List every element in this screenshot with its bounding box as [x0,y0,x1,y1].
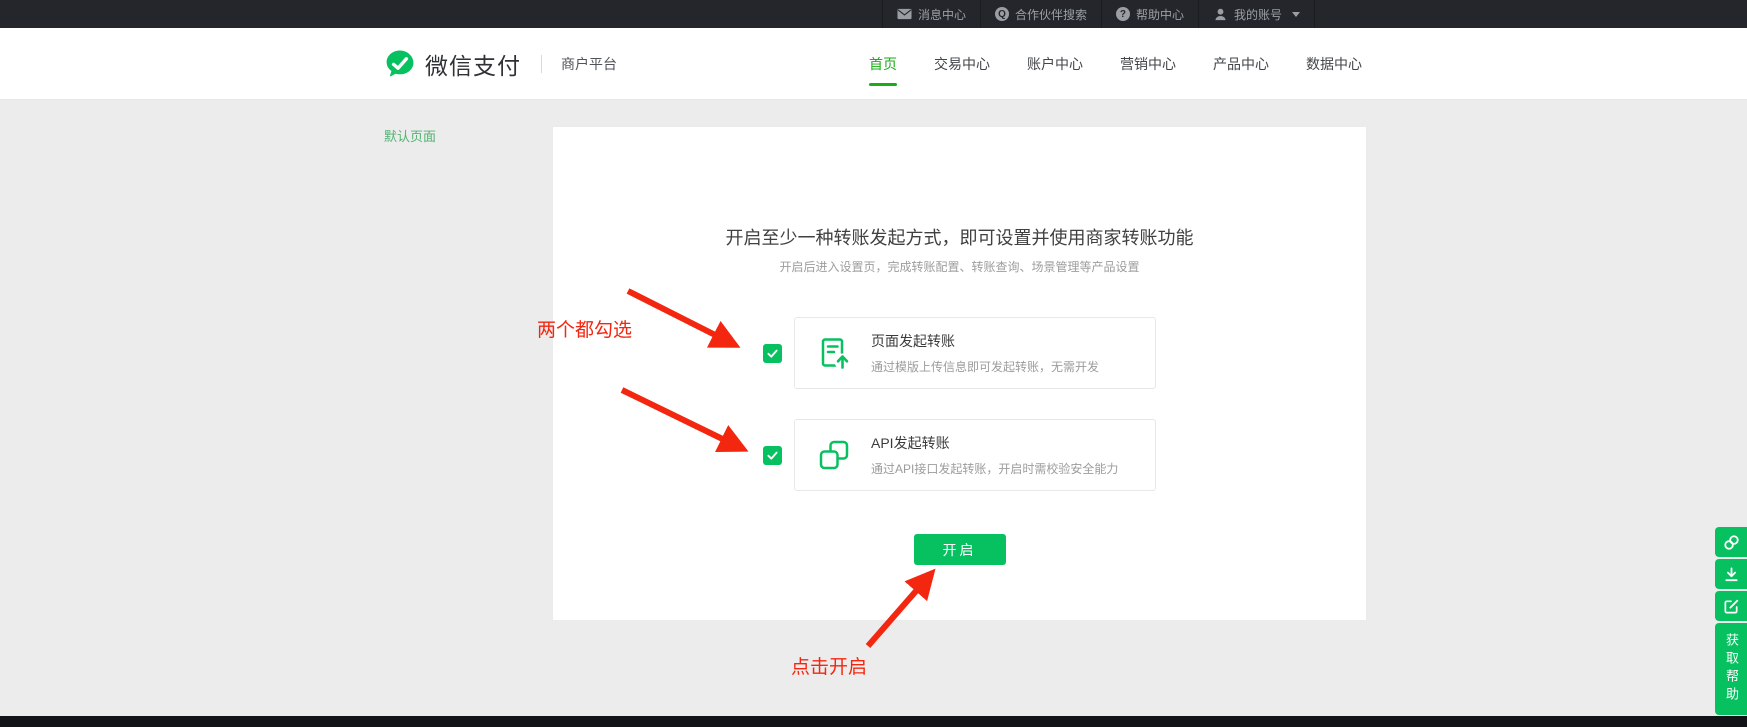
option-card-page-transfer[interactable]: 页面发起转账 通过模版上传信息即可发起转账，无需开发 [794,317,1156,389]
option-row-page-transfer: 页面发起转账 通过模版上传信息即可发起转账，无需开发 [763,317,1156,389]
tab-transaction-center[interactable]: 交易中心 [934,54,990,74]
topbar-item-label: 我的账号 [1234,6,1282,23]
header: 微信支付 商户平台 首页 交易中心 账户中心 营销中心 产品中心 数据中心 [0,28,1747,100]
logo-divider [541,55,542,73]
download-button[interactable] [1715,559,1747,589]
link-icon [1723,534,1740,551]
page-transfer-icon [817,336,851,370]
option-text: API发起转账 通过API接口发起转账，开启时需校验安全能力 [871,433,1118,477]
page-title: 开启至少一种转账发起方式，即可设置并使用商家转账功能 [553,224,1366,250]
tab-account-center[interactable]: 账户中心 [1027,54,1083,74]
topbar-item-label: 合作伙伴搜索 [1015,6,1087,23]
open-button[interactable]: 开启 [914,534,1006,565]
topbar-item-message-center[interactable]: 消息中心 [882,0,980,28]
option-title: API发起转账 [871,433,1118,453]
option-desc: 通过模版上传信息即可发起转账，无需开发 [871,358,1099,375]
tab-home[interactable]: 首页 [869,54,897,74]
account-icon [1213,7,1228,22]
wechat-pay-logo[interactable]: 微信支付 商户平台 [384,28,617,100]
message-icon [897,8,912,20]
edit-icon [1723,598,1740,615]
help-icon: ? [1116,7,1130,21]
topbar-items: 消息中心 Q 合作伙伴搜索 ? 帮助中心 我的账号 [882,0,1315,28]
get-help-label: 获取帮助 [1715,633,1747,705]
topbar-item-partner-search[interactable]: Q 合作伙伴搜索 [980,0,1101,28]
option-row-api-transfer: API发起转账 通过API接口发起转账，开启时需校验安全能力 [763,419,1156,491]
annotation-check-note: 两个都勾选 [537,315,632,342]
topbar-item-help-center[interactable]: ? 帮助中心 [1101,0,1198,28]
option-desc: 通过API接口发起转账，开启时需校验安全能力 [871,460,1118,477]
tab-marketing-center[interactable]: 营销中心 [1120,54,1176,74]
topbar-item-label: 消息中心 [918,6,966,23]
division-name: 商户平台 [561,54,617,74]
topbar: 消息中心 Q 合作伙伴搜索 ? 帮助中心 我的账号 [0,0,1747,28]
annotation-click-note: 点击开启 [791,652,867,679]
footer-bar [0,716,1747,727]
partner-search-icon: Q [995,7,1009,21]
topbar-item-my-account[interactable]: 我的账号 [1198,0,1315,28]
option-text: 页面发起转账 通过模版上传信息即可发起转账，无需开发 [871,331,1099,375]
caret-down-icon [1292,12,1300,17]
tab-product-center[interactable]: 产品中心 [1213,54,1269,74]
topbar-item-label: 帮助中心 [1136,6,1184,23]
link-button[interactable] [1715,527,1747,557]
floating-toolbar: 获取帮助 [1715,527,1747,717]
api-transfer-icon [817,438,851,472]
page-subtitle: 开启后进入设置页，完成转账配置、转账查询、场景管理等产品设置 [553,258,1366,275]
tab-data-center[interactable]: 数据中心 [1306,54,1362,74]
get-help-button[interactable]: 获取帮助 [1715,623,1747,715]
download-icon [1723,566,1740,583]
page-transfer-checkbox[interactable] [763,344,782,363]
brand-name: 微信支付 [425,47,521,81]
main-panel: 开启至少一种转账发起方式，即可设置并使用商家转账功能 开启后进入设置页，完成转账… [552,126,1367,621]
api-transfer-checkbox[interactable] [763,446,782,465]
option-card-api-transfer[interactable]: API发起转账 通过API接口发起转账，开启时需校验安全能力 [794,419,1156,491]
feedback-button[interactable] [1715,591,1747,621]
option-title: 页面发起转账 [871,331,1099,351]
sidebar-item-default-page[interactable]: 默认页面 [384,126,436,145]
check-icon [766,449,779,462]
wechat-bubble-icon [384,48,416,80]
main-nav: 首页 交易中心 账户中心 营销中心 产品中心 数据中心 [869,28,1362,100]
check-icon [766,347,779,360]
